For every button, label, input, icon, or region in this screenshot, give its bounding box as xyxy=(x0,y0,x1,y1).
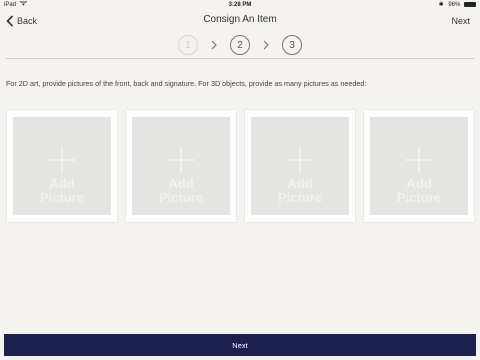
status-time: 3:28 PM xyxy=(228,2,252,8)
picture-placeholder: Add Picture xyxy=(370,117,468,215)
plus-icon xyxy=(287,147,313,173)
picture-placeholder: Add Picture xyxy=(251,117,349,215)
add-picture-label: Add Picture xyxy=(39,176,85,205)
step-2: 2 xyxy=(230,35,250,55)
instructions-text: For 2D art, provide pictures of the fron… xyxy=(6,79,367,88)
step-1: 1 xyxy=(178,35,198,55)
add-picture-label: Add Picture xyxy=(277,176,323,205)
footer-next-button[interactable]: Next xyxy=(4,334,476,356)
step-3: 3 xyxy=(282,35,302,55)
divider xyxy=(6,58,474,59)
add-picture-slot-1[interactable]: Add Picture xyxy=(7,110,117,222)
chevron-right-icon xyxy=(211,40,217,50)
bluetooth-icon: ✱ xyxy=(438,2,444,8)
consign-item-screen: iPad 3:28 PM ✱ 96% Back Consign An Item … xyxy=(0,0,480,360)
navigation-bar: Back Consign An Item Next xyxy=(0,10,480,32)
picture-placeholder: Add Picture xyxy=(132,117,230,215)
picture-placeholder: Add Picture xyxy=(13,117,111,215)
add-picture-slot-3[interactable]: Add Picture xyxy=(245,110,355,222)
add-picture-slot-2[interactable]: Add Picture xyxy=(126,110,236,222)
add-picture-slot-4[interactable]: Add Picture xyxy=(364,110,474,222)
battery-percent: 96% xyxy=(448,2,461,8)
battery-icon xyxy=(464,2,476,7)
chevron-right-icon xyxy=(263,40,269,50)
plus-icon xyxy=(168,147,194,173)
step-indicator: 1 2 3 xyxy=(0,34,480,56)
page-title: Consign An Item xyxy=(203,14,277,25)
footer-next-label: Next xyxy=(232,340,248,350)
add-picture-label: Add Picture xyxy=(396,176,442,205)
plus-icon xyxy=(406,147,432,173)
nav-next-button[interactable]: Next xyxy=(451,16,470,26)
status-bar: iPad 3:28 PM ✱ 96% xyxy=(0,0,480,10)
status-right: ✱ 96% xyxy=(439,0,476,10)
plus-icon xyxy=(49,147,75,173)
add-picture-label: Add Picture xyxy=(158,176,204,205)
